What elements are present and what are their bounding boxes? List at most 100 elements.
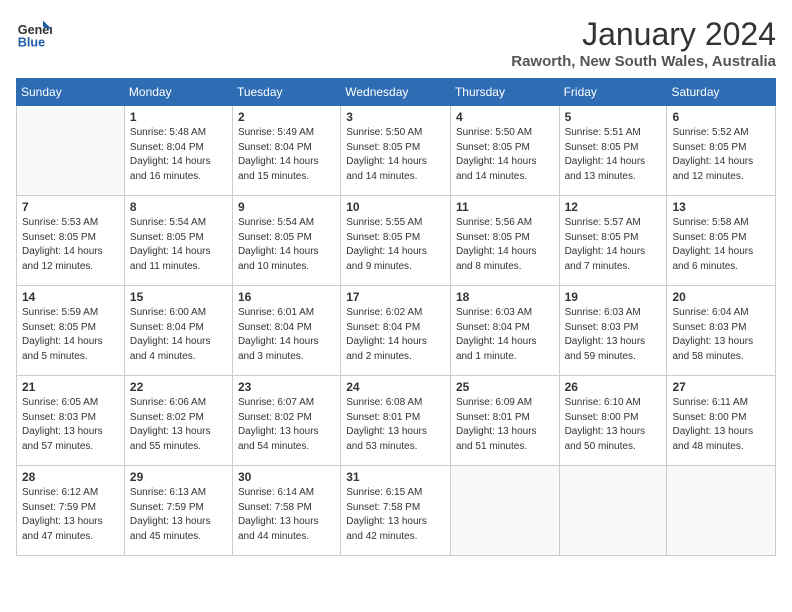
day-info: Sunrise: 6:11 AMSunset: 8:00 PMDaylight:…: [672, 396, 770, 454]
calendar-table: Sunday Monday Tuesday Wednesday Thursday…: [16, 78, 776, 556]
day-info: Sunrise: 5:56 AMSunset: 8:05 PMDaylight:…: [456, 216, 554, 274]
day-info: Sunrise: 6:03 AMSunset: 8:04 PMDaylight:…: [456, 306, 554, 364]
calendar-cell: [17, 106, 125, 196]
day-number: 18: [456, 290, 554, 304]
day-number: 31: [346, 470, 445, 484]
calendar-cell: 17 Sunrise: 6:02 AMSunset: 8:04 PMDaylig…: [341, 286, 451, 376]
day-number: 26: [565, 380, 662, 394]
day-info: Sunrise: 5:50 AMSunset: 8:05 PMDaylight:…: [456, 126, 554, 184]
day-info: Sunrise: 5:51 AMSunset: 8:05 PMDaylight:…: [565, 126, 662, 184]
calendar-cell: 16 Sunrise: 6:01 AMSunset: 8:04 PMDaylig…: [232, 286, 340, 376]
col-wednesday: Wednesday: [341, 79, 451, 106]
calendar-cell: 25 Sunrise: 6:09 AMSunset: 8:01 PMDaylig…: [450, 376, 559, 466]
title-block: January 2024 Raworth, New South Wales, A…: [511, 16, 776, 70]
day-number: 2: [238, 110, 335, 124]
day-info: Sunrise: 5:58 AMSunset: 8:05 PMDaylight:…: [672, 216, 770, 274]
day-info: Sunrise: 6:03 AMSunset: 8:03 PMDaylight:…: [565, 306, 662, 364]
calendar-cell: 1 Sunrise: 5:48 AMSunset: 8:04 PMDayligh…: [124, 106, 232, 196]
calendar-cell: 11 Sunrise: 5:56 AMSunset: 8:05 PMDaylig…: [450, 196, 559, 286]
page-header: General Blue January 2024 Raworth, New S…: [16, 16, 776, 70]
day-number: 11: [456, 200, 554, 214]
day-info: Sunrise: 6:12 AMSunset: 7:59 PMDaylight:…: [22, 486, 119, 544]
calendar-cell: 20 Sunrise: 6:04 AMSunset: 8:03 PMDaylig…: [667, 286, 776, 376]
day-info: Sunrise: 5:54 AMSunset: 8:05 PMDaylight:…: [238, 216, 335, 274]
calendar-week-2: 7 Sunrise: 5:53 AMSunset: 8:05 PMDayligh…: [17, 196, 776, 286]
day-number: 23: [238, 380, 335, 394]
calendar-cell: 8 Sunrise: 5:54 AMSunset: 8:05 PMDayligh…: [124, 196, 232, 286]
calendar-title: January 2024: [511, 16, 776, 53]
calendar-cell: 29 Sunrise: 6:13 AMSunset: 7:59 PMDaylig…: [124, 466, 232, 556]
calendar-cell: 2 Sunrise: 5:49 AMSunset: 8:04 PMDayligh…: [232, 106, 340, 196]
day-number: 17: [346, 290, 445, 304]
day-info: Sunrise: 6:14 AMSunset: 7:58 PMDaylight:…: [238, 486, 335, 544]
day-number: 16: [238, 290, 335, 304]
logo: General Blue: [16, 16, 52, 52]
day-number: 22: [130, 380, 227, 394]
header-row: Sunday Monday Tuesday Wednesday Thursday…: [17, 79, 776, 106]
col-thursday: Thursday: [450, 79, 559, 106]
day-number: 15: [130, 290, 227, 304]
day-info: Sunrise: 5:50 AMSunset: 8:05 PMDaylight:…: [346, 126, 445, 184]
day-info: Sunrise: 5:53 AMSunset: 8:05 PMDaylight:…: [22, 216, 119, 274]
day-info: Sunrise: 6:15 AMSunset: 7:58 PMDaylight:…: [346, 486, 445, 544]
calendar-cell: 14 Sunrise: 5:59 AMSunset: 8:05 PMDaylig…: [17, 286, 125, 376]
calendar-week-4: 21 Sunrise: 6:05 AMSunset: 8:03 PMDaylig…: [17, 376, 776, 466]
day-number: 10: [346, 200, 445, 214]
calendar-week-5: 28 Sunrise: 6:12 AMSunset: 7:59 PMDaylig…: [17, 466, 776, 556]
calendar-cell: 10 Sunrise: 5:55 AMSunset: 8:05 PMDaylig…: [341, 196, 451, 286]
calendar-cell: 13 Sunrise: 5:58 AMSunset: 8:05 PMDaylig…: [667, 196, 776, 286]
calendar-cell: 28 Sunrise: 6:12 AMSunset: 7:59 PMDaylig…: [17, 466, 125, 556]
day-number: 29: [130, 470, 227, 484]
calendar-cell: 9 Sunrise: 5:54 AMSunset: 8:05 PMDayligh…: [232, 196, 340, 286]
col-monday: Monday: [124, 79, 232, 106]
calendar-cell: 30 Sunrise: 6:14 AMSunset: 7:58 PMDaylig…: [232, 466, 340, 556]
calendar-cell: 3 Sunrise: 5:50 AMSunset: 8:05 PMDayligh…: [341, 106, 451, 196]
calendar-cell: 5 Sunrise: 5:51 AMSunset: 8:05 PMDayligh…: [559, 106, 667, 196]
calendar-cell: 22 Sunrise: 6:06 AMSunset: 8:02 PMDaylig…: [124, 376, 232, 466]
calendar-cell: 21 Sunrise: 6:05 AMSunset: 8:03 PMDaylig…: [17, 376, 125, 466]
col-sunday: Sunday: [17, 79, 125, 106]
calendar-week-1: 1 Sunrise: 5:48 AMSunset: 8:04 PMDayligh…: [17, 106, 776, 196]
day-info: Sunrise: 6:04 AMSunset: 8:03 PMDaylight:…: [672, 306, 770, 364]
day-info: Sunrise: 5:48 AMSunset: 8:04 PMDaylight:…: [130, 126, 227, 184]
day-info: Sunrise: 6:01 AMSunset: 8:04 PMDaylight:…: [238, 306, 335, 364]
day-number: 19: [565, 290, 662, 304]
day-info: Sunrise: 5:59 AMSunset: 8:05 PMDaylight:…: [22, 306, 119, 364]
day-number: 4: [456, 110, 554, 124]
day-number: 7: [22, 200, 119, 214]
day-number: 5: [565, 110, 662, 124]
calendar-cell: 24 Sunrise: 6:08 AMSunset: 8:01 PMDaylig…: [341, 376, 451, 466]
col-saturday: Saturday: [667, 79, 776, 106]
day-info: Sunrise: 6:00 AMSunset: 8:04 PMDaylight:…: [130, 306, 227, 364]
day-info: Sunrise: 6:13 AMSunset: 7:59 PMDaylight:…: [130, 486, 227, 544]
calendar-cell: 27 Sunrise: 6:11 AMSunset: 8:00 PMDaylig…: [667, 376, 776, 466]
day-info: Sunrise: 6:06 AMSunset: 8:02 PMDaylight:…: [130, 396, 227, 454]
calendar-cell: 19 Sunrise: 6:03 AMSunset: 8:03 PMDaylig…: [559, 286, 667, 376]
day-number: 30: [238, 470, 335, 484]
day-info: Sunrise: 6:09 AMSunset: 8:01 PMDaylight:…: [456, 396, 554, 454]
day-number: 20: [672, 290, 770, 304]
day-info: Sunrise: 5:57 AMSunset: 8:05 PMDaylight:…: [565, 216, 662, 274]
day-number: 3: [346, 110, 445, 124]
day-info: Sunrise: 5:52 AMSunset: 8:05 PMDaylight:…: [672, 126, 770, 184]
day-number: 21: [22, 380, 119, 394]
day-info: Sunrise: 5:49 AMSunset: 8:04 PMDaylight:…: [238, 126, 335, 184]
calendar-cell: 23 Sunrise: 6:07 AMSunset: 8:02 PMDaylig…: [232, 376, 340, 466]
day-info: Sunrise: 5:55 AMSunset: 8:05 PMDaylight:…: [346, 216, 445, 274]
day-info: Sunrise: 6:05 AMSunset: 8:03 PMDaylight:…: [22, 396, 119, 454]
calendar-cell: 26 Sunrise: 6:10 AMSunset: 8:00 PMDaylig…: [559, 376, 667, 466]
day-number: 12: [565, 200, 662, 214]
calendar-cell: 15 Sunrise: 6:00 AMSunset: 8:04 PMDaylig…: [124, 286, 232, 376]
day-info: Sunrise: 5:54 AMSunset: 8:05 PMDaylight:…: [130, 216, 227, 274]
calendar-cell: [450, 466, 559, 556]
calendar-subtitle: Raworth, New South Wales, Australia: [511, 53, 776, 70]
day-number: 1: [130, 110, 227, 124]
day-number: 25: [456, 380, 554, 394]
calendar-cell: 12 Sunrise: 5:57 AMSunset: 8:05 PMDaylig…: [559, 196, 667, 286]
calendar-week-3: 14 Sunrise: 5:59 AMSunset: 8:05 PMDaylig…: [17, 286, 776, 376]
day-info: Sunrise: 6:10 AMSunset: 8:00 PMDaylight:…: [565, 396, 662, 454]
calendar-cell: 6 Sunrise: 5:52 AMSunset: 8:05 PMDayligh…: [667, 106, 776, 196]
day-number: 28: [22, 470, 119, 484]
day-info: Sunrise: 6:08 AMSunset: 8:01 PMDaylight:…: [346, 396, 445, 454]
day-number: 9: [238, 200, 335, 214]
